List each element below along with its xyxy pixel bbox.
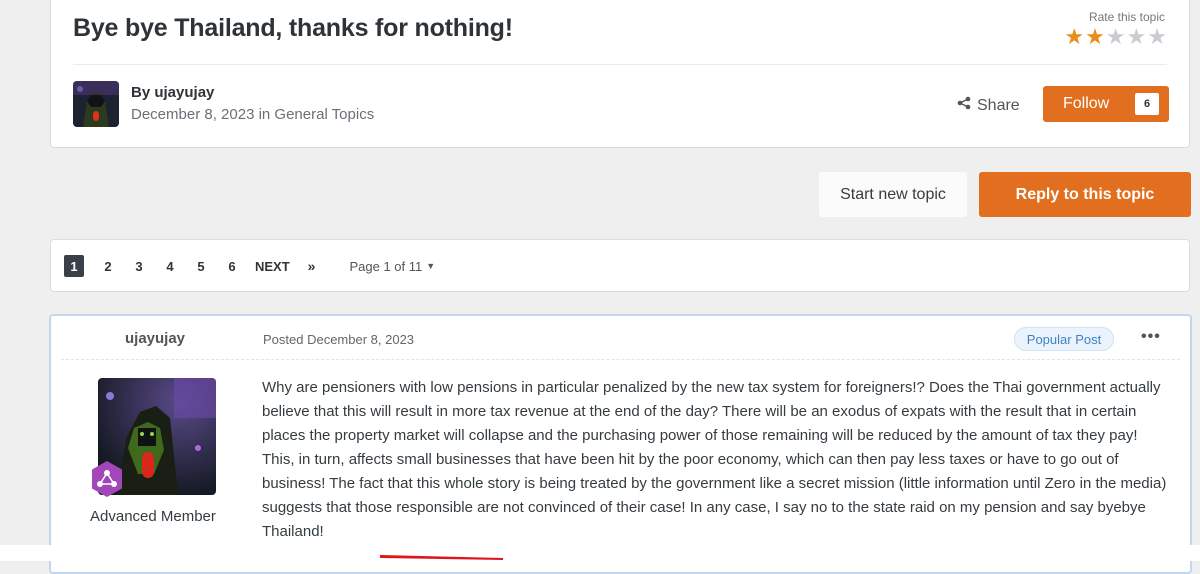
share-button[interactable]: Share — [957, 96, 1020, 115]
rating-widget: Rate this topic ★ ★ ★ ★ ★ — [1064, 10, 1167, 48]
follower-count: 6 — [1135, 93, 1159, 115]
page-link[interactable]: 6 — [222, 255, 242, 277]
post-author[interactable]: ujayujay — [125, 330, 185, 347]
next-page-link[interactable]: NEXT — [255, 259, 290, 274]
pagination-bar: 1 2 3 4 5 6 NEXT » Page 1 of 11 ▼ — [50, 239, 1190, 292]
follow-button[interactable]: Follow 6 — [1043, 86, 1169, 122]
author-prefix: By — [131, 84, 155, 101]
topic-date: December 8, 2023 — [131, 106, 255, 123]
post-content: Why are pensioners with low pensions in … — [262, 379, 1167, 540]
page-link[interactable]: 1 — [64, 255, 84, 277]
ellipsis-icon[interactable]: ••• — [1141, 328, 1161, 346]
follow-label: Follow — [1063, 95, 1110, 112]
page-jump-dropdown[interactable]: Page 1 of 11 ▼ — [349, 259, 435, 274]
last-page-link[interactable]: » — [308, 258, 316, 274]
author-avatar[interactable] — [73, 81, 119, 127]
page-link[interactable]: 3 — [129, 255, 149, 277]
page-link[interactable]: 2 — [98, 255, 118, 277]
topic-meta-in: in — [254, 106, 275, 123]
rating-label: Rate this topic — [1088, 10, 1165, 24]
viewport-edge — [0, 545, 1200, 561]
post-date[interactable]: Posted December 8, 2023 — [263, 332, 414, 347]
topic-meta: December 8, 2023 in General Topics — [131, 106, 374, 123]
reply-to-topic-button[interactable]: Reply to this topic — [979, 172, 1191, 217]
page-link[interactable]: 5 — [191, 255, 211, 277]
annotation-underline — [380, 555, 503, 560]
post: ujayujay Posted December 8, 2023 Popular… — [49, 314, 1192, 574]
page-info: Page 1 of 11 — [349, 258, 423, 274]
topic-header: Bye bye Thailand, thanks for nothing! Ra… — [50, 0, 1190, 148]
topic-author: By ujayujay — [131, 84, 214, 101]
start-new-topic-button[interactable]: Start new topic — [819, 172, 967, 217]
star-icon[interactable]: ★ — [1127, 26, 1147, 48]
forum-link[interactable]: General Topics — [274, 106, 374, 123]
page-link[interactable]: 4 — [160, 255, 180, 277]
star-icon[interactable]: ★ — [1106, 26, 1126, 48]
member-title: Advanced Member — [90, 508, 216, 525]
topic-title: Bye bye Thailand, thanks for nothing! — [73, 14, 513, 42]
post-divider — [61, 359, 1180, 360]
star-icon[interactable]: ★ — [1147, 26, 1167, 48]
author-link[interactable]: ujayujay — [154, 84, 214, 101]
divider — [73, 64, 1167, 65]
pagination: 1 2 3 4 5 6 NEXT » Page 1 of 11 ▼ — [64, 255, 435, 277]
share-label: Share — [977, 96, 1020, 114]
star-icon[interactable]: ★ — [1064, 26, 1084, 48]
rank-badge-icon — [87, 459, 127, 499]
star-icon[interactable]: ★ — [1085, 26, 1105, 48]
caret-down-icon: ▼ — [426, 261, 436, 271]
rating-stars[interactable]: ★ ★ ★ ★ ★ — [1064, 26, 1167, 48]
popular-post-badge: Popular Post — [1014, 327, 1114, 351]
share-icon — [957, 96, 971, 115]
